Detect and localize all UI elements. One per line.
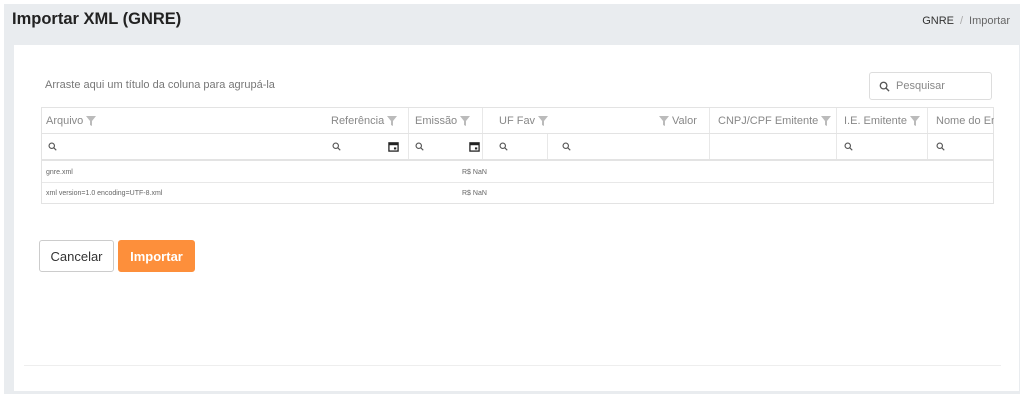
cell-arquivo: xml version=1.0 encoding=UTF-8.xml <box>46 190 163 197</box>
column-header-valor[interactable]: Valor <box>659 108 707 133</box>
column-label: Referência <box>331 114 385 127</box>
filter-cell-cnpj-cpf-emitente[interactable] <box>709 134 836 159</box>
column-label: I.E. Emitente <box>844 114 907 127</box>
breadcrumb-separator: / <box>959 15 964 27</box>
data-grid: Arquivo Referência Emissão UF Fav Valor … <box>41 107 994 204</box>
group-panel: Arraste aqui um título da coluna para ag… <box>45 79 275 91</box>
filter-icon[interactable] <box>821 115 832 126</box>
column-header-nome-emitente[interactable]: Nome do Emi <box>927 108 994 133</box>
search-placeholder: Pesquisar <box>896 80 945 92</box>
page-title: Importar XML (GNRE) <box>12 10 182 28</box>
column-label: Arquivo <box>46 114 84 127</box>
filter-icon[interactable] <box>909 115 920 126</box>
filter-cell-referencia[interactable] <box>332 134 408 159</box>
column-header-cnpj-cpf-emitente[interactable]: CNPJ/CPF Emitente <box>709 108 836 133</box>
breadcrumb-item-gnre[interactable]: GNRE <box>922 15 954 27</box>
column-header-arquivo[interactable]: Arquivo <box>46 108 326 133</box>
import-button[interactable]: Importar <box>118 240 195 272</box>
filter-cell-nome-emitente[interactable] <box>927 134 994 159</box>
filter-cell-ie-emitente[interactable] <box>836 134 927 159</box>
column-label: CNPJ/CPF Emitente <box>718 114 819 127</box>
search-icon <box>332 142 341 151</box>
search-input[interactable]: Pesquisar <box>869 72 992 100</box>
filter-cell-valor[interactable] <box>547 134 709 159</box>
column-header-uf-fav[interactable]: UF Fav <box>482 108 659 133</box>
cell-arquivo: gnre.xml <box>46 168 73 176</box>
import-card: Arraste aqui um título da coluna para ag… <box>14 45 1019 391</box>
column-label: Emissão <box>415 114 458 127</box>
filter-icon[interactable] <box>538 115 549 126</box>
search-icon <box>879 81 890 92</box>
filter-icon[interactable] <box>460 115 471 126</box>
breadcrumb: GNRE / Importar <box>922 15 1010 27</box>
filter-cell-emissao[interactable] <box>408 134 482 159</box>
header-row: Arquivo Referência Emissão UF Fav Valor … <box>42 108 994 134</box>
search-icon <box>499 142 508 151</box>
column-header-referencia[interactable]: Referência <box>331 108 404 133</box>
filter-cell-uf-fav[interactable] <box>482 134 547 159</box>
table-row[interactable]: xml version=1.0 encoding=UTF-8.xml R$ Na… <box>42 183 993 204</box>
cell-valor: R$ NaN <box>462 168 487 176</box>
search-icon <box>48 142 57 151</box>
calendar-icon[interactable] <box>388 141 399 152</box>
calendar-icon[interactable] <box>469 141 480 152</box>
search-icon <box>562 142 571 151</box>
column-header-emissao[interactable]: Emissão <box>408 108 482 133</box>
column-label: Nome do Emi <box>936 114 994 127</box>
cancel-button[interactable]: Cancelar <box>39 240 114 272</box>
table-row[interactable]: gnre.xml R$ NaN <box>42 162 993 183</box>
search-icon <box>844 142 853 151</box>
search-icon <box>936 142 945 151</box>
cell-valor: R$ NaN <box>462 190 487 197</box>
breadcrumb-item-importar: Importar <box>969 15 1010 27</box>
filter-icon[interactable] <box>387 115 398 126</box>
filter-cell-arquivo[interactable] <box>48 134 57 159</box>
search-icon <box>415 142 424 151</box>
column-label: Valor <box>672 114 697 127</box>
page-frame: Importar XML (GNRE) GNRE / Importar Arrast… <box>4 4 1020 394</box>
filter-icon[interactable] <box>659 115 669 126</box>
column-header-ie-emitente[interactable]: I.E. Emitente <box>836 108 927 133</box>
card-divider <box>24 365 1001 366</box>
filter-row <box>42 134 993 161</box>
filter-icon[interactable] <box>86 115 97 126</box>
column-label: UF Fav <box>499 114 536 127</box>
